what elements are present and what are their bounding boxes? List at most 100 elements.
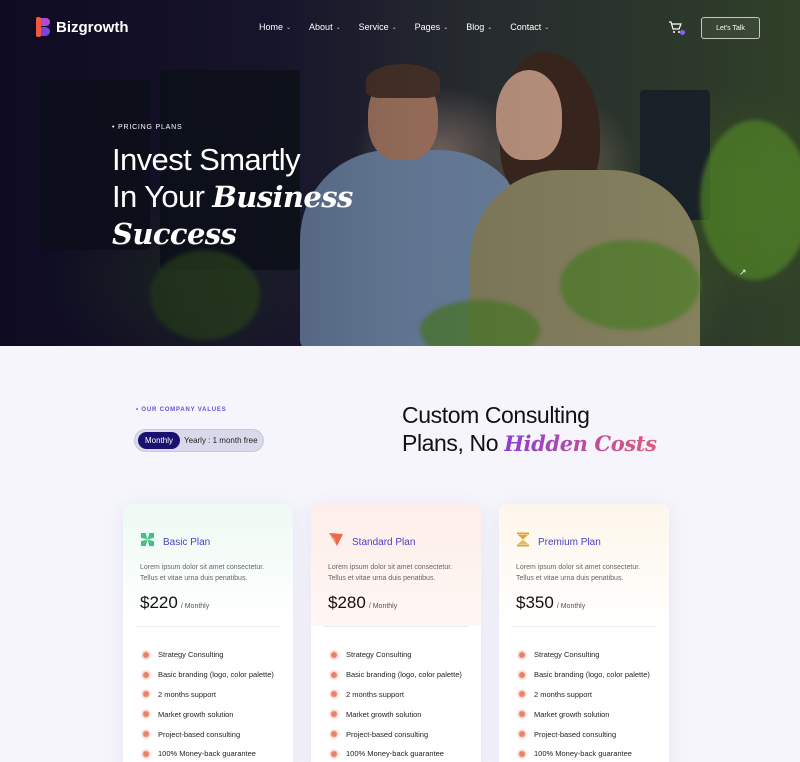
nav-item-service[interactable]: Service ⌄ — [359, 22, 397, 32]
bullet-dot-icon — [331, 691, 337, 698]
list-item: Basic branding (logo, color palette) — [143, 665, 293, 685]
feature-text: Market growth solution — [534, 709, 610, 719]
nav-item-label: About — [309, 22, 333, 32]
pricing-card-basic[interactable]: Basic Plan Lorem ipsum dolor sit amet co… — [123, 504, 293, 762]
hero-image-plant — [560, 240, 700, 330]
nav-item-blog[interactable]: Blog ⌄ — [466, 22, 492, 32]
chevron-down-icon: ⌄ — [335, 24, 341, 31]
top-navigation: Bizgrowth Home ⌄ About ⌄ Service ⌄ Pages ⌄ B… — [0, 0, 800, 56]
hero-image-person — [500, 52, 600, 202]
list-item: 100% Money-back guarantee — [331, 744, 481, 762]
chevron-down-icon: ⌄ — [487, 24, 493, 31]
feature-text: Market growth solution — [346, 709, 422, 719]
bullet-dot-icon — [519, 691, 525, 698]
plan-description: Lorem ipsum dolor sit amet consectetur. … — [140, 564, 265, 582]
nav-item-label: Blog — [466, 22, 485, 32]
list-item: Project-based consulting — [331, 724, 481, 744]
bullet-dot-icon — [331, 731, 337, 738]
feature-text: Project-based consulting — [158, 729, 241, 739]
hero-image-plant — [420, 300, 540, 346]
bullet-dot-icon — [143, 691, 149, 698]
feature-text: Project-based consulting — [346, 729, 429, 739]
hero-image-person — [470, 170, 700, 346]
feature-text: Basic branding (logo, color palette) — [346, 670, 462, 680]
plan-description: Lorem ipsum dolor sit amet consectetur. … — [328, 564, 453, 582]
pricing-cards: Basic Plan Lorem ipsum dolor sit amet co… — [123, 504, 669, 762]
nav-item-pages[interactable]: Pages ⌄ — [415, 22, 449, 32]
list-item: Market growth solution — [143, 704, 293, 724]
clover-icon — [140, 532, 155, 552]
nav-item-about[interactable]: About ⌄ — [309, 22, 341, 32]
pricing-card-premium[interactable]: Premium Plan Lorem ipsum dolor sit amet … — [499, 504, 669, 762]
toggle-monthly[interactable]: Monthly — [138, 432, 181, 449]
hero-image-monitor — [640, 90, 710, 220]
feature-text: 100% Money-back guarantee — [346, 749, 444, 759]
hero-title-line: In Your — [112, 179, 213, 214]
feature-text: Market growth solution — [158, 709, 234, 719]
feature-text: Basic branding (logo, color palette) — [534, 670, 650, 680]
list-item: Basic branding (logo, color palette) — [331, 665, 481, 685]
list-item: 2 months support — [143, 685, 293, 705]
chevron-down-icon: ⌄ — [286, 24, 292, 31]
cart-icon[interactable] — [668, 21, 685, 35]
hero-heading-block: • PRICING PLANS Invest Smartly In Your B… — [112, 124, 353, 253]
logo-icon — [36, 17, 50, 37]
feature-text: Strategy Consulting — [346, 650, 412, 660]
toggle-yearly[interactable]: Yearly : 1 month free — [184, 436, 258, 445]
feature-text: Strategy Consulting — [158, 650, 224, 660]
hero-image-person — [366, 64, 440, 98]
pricing-card-standard[interactable]: Standard Plan Lorem ipsum dolor sit amet… — [311, 504, 481, 762]
bullet-dot-icon — [519, 731, 525, 738]
bullet-dot-icon — [143, 651, 149, 658]
chevron-down-icon: ⌄ — [391, 24, 397, 31]
feature-text: Strategy Consulting — [534, 650, 600, 660]
section-title-line: Custom Consulting — [402, 402, 590, 428]
nav-item-label: Home — [259, 22, 284, 32]
plan-name: Premium Plan — [538, 536, 601, 548]
list-item: Strategy Consulting — [519, 645, 669, 665]
nav-item-label: Pages — [414, 22, 441, 32]
section-title: Custom Consulting Plans, No Hidden Costs — [402, 401, 657, 458]
list-item: 2 months support — [331, 685, 481, 705]
section-eyebrow: • OUR COMPANY VALUES — [136, 407, 227, 413]
feature-list: Strategy Consulting Basic branding (logo… — [499, 627, 669, 762]
plan-price: $350 — [516, 593, 554, 612]
nav-item-label: Service — [358, 22, 389, 32]
list-item: 2 months support — [519, 685, 669, 705]
hero-image-person — [496, 70, 562, 160]
list-item: Market growth solution — [331, 704, 481, 724]
billing-toggle[interactable]: Monthly Yearly : 1 month free — [134, 429, 264, 452]
feature-list: Strategy Consulting Basic branding (logo… — [311, 627, 481, 762]
nav-item-label: Contact — [510, 22, 542, 32]
hero-eyebrow: • PRICING PLANS — [112, 124, 183, 131]
lets-talk-button[interactable]: Let's Talk — [701, 17, 760, 39]
bullet-dot-icon — [519, 671, 525, 678]
section-title-emphasis: Hidden Costs — [504, 431, 657, 456]
feature-text: 2 months support — [158, 689, 216, 699]
bullet-dot-icon — [331, 671, 337, 678]
hero-title: Invest Smartly In Your Business Success — [112, 141, 353, 253]
plan-price: $220 — [140, 593, 178, 612]
bullet-dot-icon — [143, 750, 149, 757]
feature-text: 2 months support — [346, 689, 404, 699]
brand-logo[interactable]: Bizgrowth — [36, 17, 129, 37]
plan-period: / Monthly — [368, 603, 398, 610]
list-item: Market growth solution — [519, 704, 669, 724]
chevron-down-icon: ⌄ — [443, 24, 449, 31]
feature-text: 100% Money-back guarantee — [158, 749, 256, 759]
list-item: Basic branding (logo, color palette) — [519, 665, 669, 685]
plan-name: Basic Plan — [163, 536, 211, 548]
plan-price: $280 — [328, 593, 366, 612]
arrow-up-right-icon[interactable]: ↗ — [739, 267, 747, 278]
main-menu: Home ⌄ About ⌄ Service ⌄ Pages ⌄ Blog ⌄ Conta… — [259, 22, 549, 32]
bullet-dot-icon — [143, 671, 149, 678]
hero-image-person — [368, 70, 438, 160]
bullet-dot-icon — [143, 731, 149, 738]
hero-title-emphasis: Success — [112, 217, 237, 251]
nav-item-contact[interactable]: Contact ⌄ — [510, 22, 549, 32]
hero-image-plant — [150, 250, 260, 340]
chevron-down-icon: ⌄ — [544, 24, 550, 31]
nav-item-home[interactable]: Home ⌄ — [259, 22, 291, 32]
plan-description: Lorem ipsum dolor sit amet consectetur. … — [516, 564, 641, 582]
brand-name: Bizgrowth — [56, 18, 129, 36]
